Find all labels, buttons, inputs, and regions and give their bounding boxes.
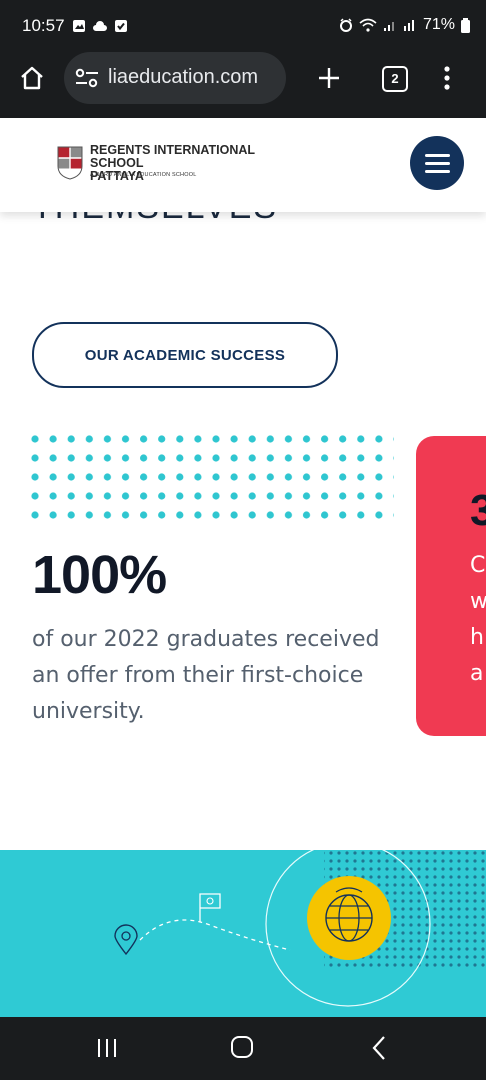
alarm-icon [339,18,352,32]
stat-value: 100% [32,545,167,605]
next-stat-line: h [470,625,484,650]
check-notification-icon [115,20,127,32]
recent-apps-icon[interactable] [96,1037,120,1059]
signal-icon [383,22,394,31]
site-header: REGENTS INTERNATIONAL SCHOOL PATTAYA A N… [0,118,486,212]
hamburger-menu-icon[interactable] [410,136,464,190]
next-stat-line: w [470,589,486,614]
new-tab-icon[interactable] [318,67,340,89]
next-stat-line: C [470,553,486,578]
site-settings-icon[interactable] [74,66,100,90]
url-text: liaeducation.com [108,66,259,88]
cloud-notification-icon [93,21,107,31]
back-icon[interactable] [370,1035,388,1061]
dot-pattern-decoration [28,432,394,522]
signal-r-icon [403,20,414,31]
address-bar[interactable]: liaeducation.com [64,52,286,104]
dashed-path [139,919,291,951]
system-navigation-bar [0,1017,486,1080]
next-stat-card[interactable]: 3 C w h a [416,436,486,736]
status-time: 10:57 [22,16,65,35]
location-pin-icon [114,924,138,956]
flag-icon [199,893,221,922]
home-nav-icon[interactable] [230,1035,254,1059]
battery-percent: 71% [422,16,455,33]
next-stat-number: 3 [470,486,486,535]
journey-illustration [114,850,486,1007]
status-bar: 10:57 71% [0,0,486,56]
wifi-icon [359,18,377,32]
gallery-notification-icon [73,20,85,32]
home-icon[interactable] [18,64,46,92]
next-stat-line: a [470,661,484,686]
status-right-group: 71% [339,16,470,34]
school-subtitle: A NORD ANGLIA EDUCATION SCHOOL [90,172,197,178]
stat-description: of our 2022 graduates received an offer … [32,627,380,724]
globe-icon [307,876,391,960]
academic-success-button[interactable]: OUR ACADEMIC SUCCESS [32,322,338,388]
school-name-line1: REGENTS INTERNATIONAL SCHOOL [90,143,255,170]
battery-icon [461,17,470,33]
browser-toolbar: liaeducation.com 2 [0,52,486,118]
tab-switcher-icon[interactable]: 2 [382,66,408,92]
teal-illustration-banner [0,850,486,1018]
more-options-icon[interactable] [441,66,453,92]
school-crest-logo[interactable] [57,146,83,180]
